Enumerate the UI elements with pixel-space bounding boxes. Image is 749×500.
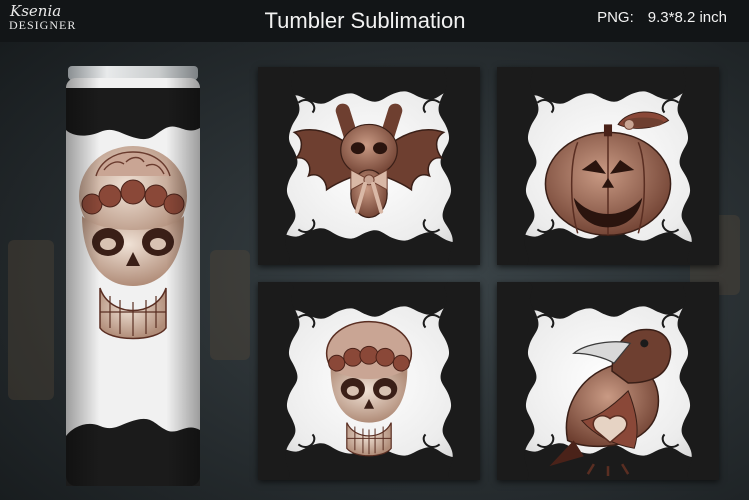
brand-logo: Ksenia DESIGNER bbox=[6, 3, 80, 37]
background-bottle bbox=[8, 240, 54, 400]
format-info: PNG: 9.3*8.2 inch bbox=[583, 9, 727, 26]
brand-logo-caps: DESIGNER bbox=[9, 18, 77, 32]
background-bottle bbox=[210, 250, 250, 360]
header-bar: Ksenia DESIGNER Tumbler Sublimation PNG:… bbox=[0, 0, 749, 42]
format-size: 9.3*8.2 inch bbox=[647, 9, 727, 26]
format-label: PNG: bbox=[597, 9, 634, 26]
design-tile-skull bbox=[258, 282, 480, 480]
design-tile-raven bbox=[497, 282, 719, 480]
design-tile-pumpkin bbox=[497, 67, 719, 265]
tumbler-mockup bbox=[66, 66, 200, 490]
page-title: Tumbler Sublimation bbox=[264, 8, 466, 33]
brand-logo-script: Ksenia bbox=[10, 2, 62, 20]
design-tile-bat bbox=[258, 67, 480, 265]
